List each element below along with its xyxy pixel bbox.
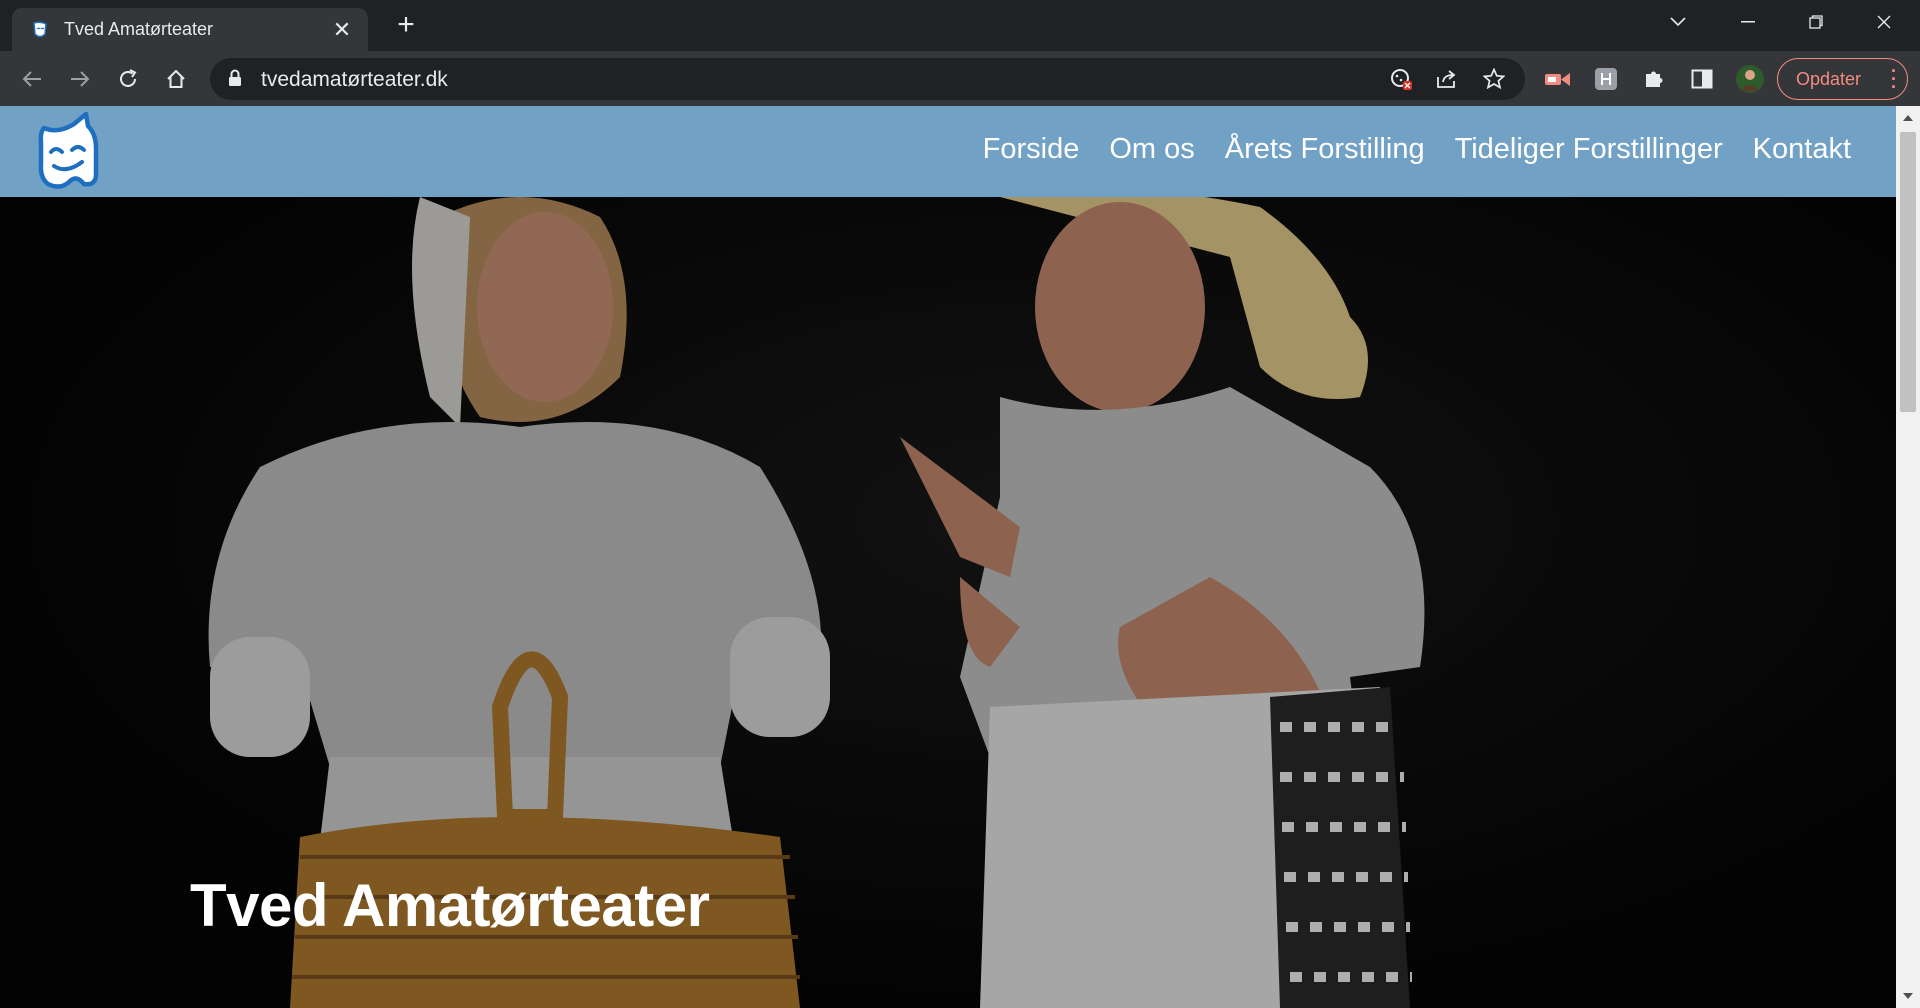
scroll-down-arrow-icon[interactable] xyxy=(1896,984,1920,1008)
back-button[interactable] xyxy=(14,61,50,97)
arrow-right-icon xyxy=(71,71,90,87)
side-panel-icon[interactable] xyxy=(1686,63,1718,95)
share-icon[interactable] xyxy=(1434,66,1460,92)
close-icon xyxy=(1877,15,1891,29)
new-tab-button[interactable]: + xyxy=(390,10,422,42)
chevron-down-icon xyxy=(1670,17,1686,27)
scroll-up-arrow-icon[interactable] xyxy=(1896,106,1920,130)
theater-mask-logo[interactable] xyxy=(36,112,102,192)
tab-title: Tved Amatørteater xyxy=(64,19,214,39)
avatar[interactable] xyxy=(1734,63,1766,95)
more-menu-icon[interactable]: · · · xyxy=(1891,62,1897,96)
reload-icon xyxy=(120,69,137,87)
nav-item-arets-forstilling[interactable]: Årets Forstilling xyxy=(1225,133,1425,166)
forward-button[interactable] xyxy=(62,61,98,97)
arrow-left-icon xyxy=(22,71,41,87)
puzzle-icon[interactable] xyxy=(1638,63,1670,95)
scrollbar-thumb[interactable] xyxy=(1900,132,1916,412)
browser-toolbar: tvedamatørteater.dk Opdater · · · xyxy=(0,51,1920,106)
url-text: tvedamatørteater.dk xyxy=(261,68,448,91)
site-header: Forside Om os Årets Forstilling Tidelige… xyxy=(0,106,1896,197)
nav-item-tideliger-forstillinger[interactable]: Tideliger Forstillinger xyxy=(1455,133,1723,166)
home-icon xyxy=(167,69,185,88)
page-scrollbar[interactable] xyxy=(1896,106,1920,1008)
restore-icon xyxy=(1809,15,1823,29)
update-button[interactable]: Opdater · · · xyxy=(1777,58,1908,100)
hero-title: Tved Amatørteater xyxy=(190,872,710,939)
update-label: Opdater xyxy=(1796,68,1862,89)
minimize-icon xyxy=(1741,21,1755,23)
restore-button[interactable] xyxy=(1782,0,1850,44)
minimize-button[interactable] xyxy=(1714,0,1782,44)
page-viewport: Forside Om os Årets Forstilling Tidelige… xyxy=(0,106,1920,1008)
address-bar[interactable]: tvedamatørteater.dk xyxy=(210,58,1525,100)
theater-mask-icon xyxy=(33,20,47,37)
nav-item-forside[interactable]: Forside xyxy=(983,133,1080,166)
tab-search-button[interactable] xyxy=(1644,0,1712,44)
home-button[interactable] xyxy=(158,61,194,97)
lock-icon xyxy=(229,69,241,86)
close-window-button[interactable] xyxy=(1850,0,1918,44)
nav-item-om-os[interactable]: Om os xyxy=(1109,133,1194,166)
main-nav: Forside Om os Årets Forstilling Tidelige… xyxy=(983,133,1851,166)
nav-item-kontakt[interactable]: Kontakt xyxy=(1753,133,1851,166)
extension-h-icon[interactable] xyxy=(1590,63,1622,95)
reload-button[interactable] xyxy=(110,61,146,97)
tab-strip: Tved Amatørteater ✕ + xyxy=(0,0,1920,51)
browser-tab[interactable]: Tved Amatørteater ✕ xyxy=(12,8,368,51)
bookmark-star-icon[interactable] xyxy=(1481,66,1507,92)
extension-video-icon[interactable] xyxy=(1542,63,1574,95)
hero-image: Tved Amatørteater xyxy=(0,197,1896,1008)
tab-close-icon[interactable]: ✕ xyxy=(330,17,354,42)
cookie-blocked-icon[interactable] xyxy=(1388,66,1414,92)
